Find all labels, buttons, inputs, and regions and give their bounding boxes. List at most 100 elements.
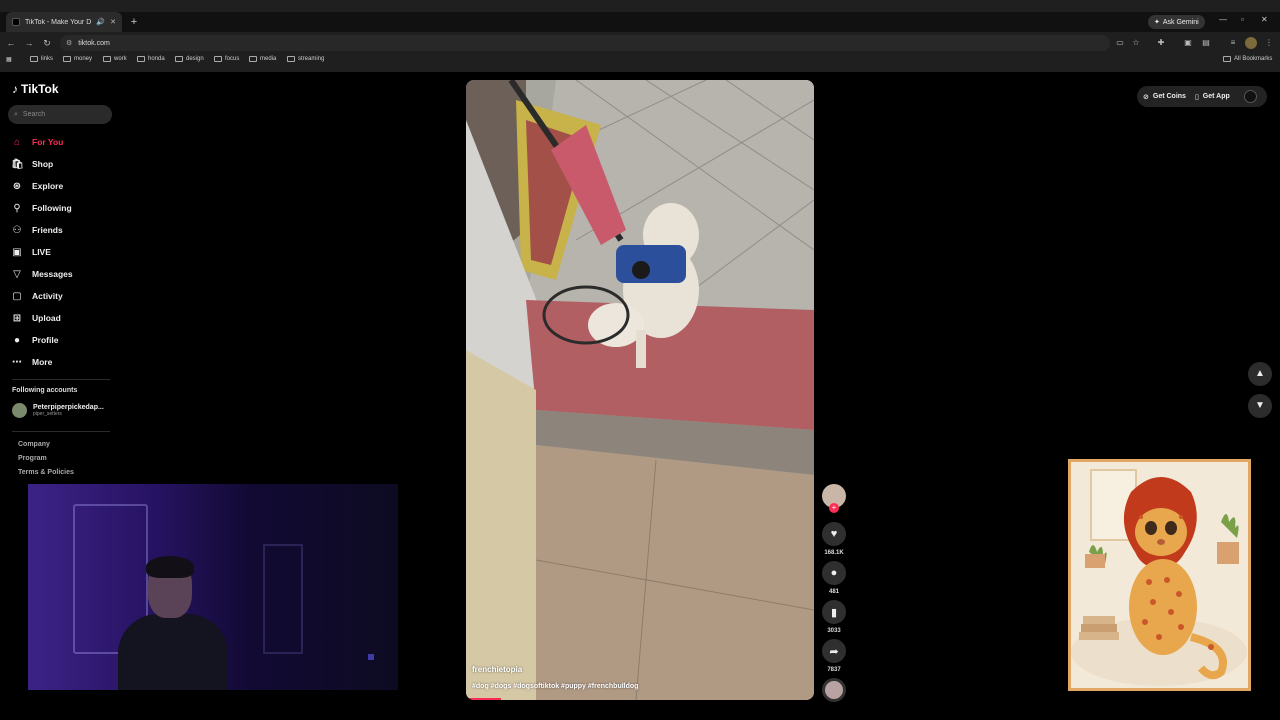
user-avatar[interactable] xyxy=(1243,90,1257,103)
bookmark-label: streaming xyxy=(298,56,325,62)
search-placeholder: Search xyxy=(22,111,46,118)
folder-icon xyxy=(249,56,257,62)
nav-profile[interactable]: ● Profile xyxy=(11,332,111,348)
bookmark-folder[interactable]: design xyxy=(175,56,204,62)
nav-label: Explore xyxy=(32,181,64,191)
save-button[interactable]: ▮ xyxy=(822,600,846,624)
site-info-icon[interactable]: ⚙ xyxy=(66,39,72,47)
bookmark-label: design xyxy=(186,56,204,62)
bookmark-label: money xyxy=(74,56,93,62)
webcam-doorframe xyxy=(263,544,303,654)
footer-terms[interactable]: Terms & Policies xyxy=(18,469,74,476)
get-app-button[interactable]: Get App xyxy=(1203,93,1230,100)
nav-live[interactable]: ▣ LIVE xyxy=(11,244,111,260)
nav-following[interactable]: ⚲ Following xyxy=(11,200,111,216)
bookmark-label: links xyxy=(41,56,54,62)
nav-for-you[interactable]: ⌂ For You xyxy=(11,134,111,150)
following-account[interactable]: Peterpiperpickedap... piper_setters xyxy=(12,403,104,418)
bookmark-folder[interactable]: money xyxy=(63,56,92,62)
bookmark-label: focus xyxy=(225,56,240,62)
menu-lines-icon[interactable]: ≡ xyxy=(1227,37,1239,49)
next-video-button[interactable]: ▼ xyxy=(1248,394,1272,418)
tiktok-logo[interactable]: ♪ TikTok xyxy=(12,82,59,96)
upload-icon: ⊞ xyxy=(12,312,22,324)
tab-strip: TikTok - Make Your Day 🔊 ✕ + ✦ Ask Gemini… xyxy=(0,12,1280,32)
video-frame xyxy=(466,80,814,700)
bookmark-folder[interactable]: honda xyxy=(137,56,165,62)
nav-more[interactable]: ⋯ More xyxy=(11,354,111,370)
nav-explore[interactable]: ⊛ Explore xyxy=(11,178,111,194)
ask-gemini-label: Ask Gemini xyxy=(1162,18,1199,26)
nav-label: LIVE xyxy=(32,247,51,257)
footer-company[interactable]: Company xyxy=(18,441,50,448)
account-handle: piper_setters xyxy=(33,411,62,417)
share-count: 7837 xyxy=(827,667,841,673)
reload-icon[interactable]: ↻ xyxy=(40,34,54,52)
bookmark-folder[interactable]: streaming xyxy=(287,56,324,62)
bookmark-folder[interactable]: media xyxy=(249,56,276,62)
nav-label: More xyxy=(32,357,53,367)
search-input[interactable]: ⌕ Search xyxy=(8,105,112,124)
ask-gemini-button[interactable]: ✦ Ask Gemini xyxy=(1148,15,1205,29)
minimize-icon[interactable]: — xyxy=(1219,15,1227,24)
bookmark-folder[interactable]: work xyxy=(103,56,127,62)
star-icon[interactable]: ☆ xyxy=(1130,37,1142,49)
nav-activity[interactable]: ▢ Activity xyxy=(11,288,111,304)
divider xyxy=(12,379,110,380)
forward-icon[interactable]: → xyxy=(22,34,36,52)
more-icon: ⋯ xyxy=(12,356,22,368)
profile-avatar-icon[interactable] xyxy=(1245,37,1257,49)
maximize-icon[interactable]: ▫ xyxy=(1241,15,1244,24)
video-player[interactable]: frenchietopia #dog #dogs #dogsoftiktok #… xyxy=(466,80,814,700)
nav-label: For You xyxy=(32,137,64,147)
all-bookmarks[interactable]: All Bookmarks xyxy=(1223,56,1272,62)
like-count: 168.1K xyxy=(824,550,844,556)
video-progress-bar[interactable] xyxy=(466,698,501,700)
sidepanel-icon[interactable]: ▣ xyxy=(1182,37,1194,49)
tiktok-favicon-icon xyxy=(12,18,20,26)
kebab-menu-icon[interactable]: ⋮ xyxy=(1263,37,1275,49)
new-tab-button[interactable]: + xyxy=(127,14,141,30)
back-icon[interactable]: ← xyxy=(4,34,18,52)
nav-upload[interactable]: ⊞ Upload xyxy=(11,310,111,326)
nav-label: Profile xyxy=(32,335,59,345)
divider xyxy=(12,431,110,432)
bookmark-label: work xyxy=(114,56,127,62)
comment-count: 481 xyxy=(828,589,839,595)
previous-video-button[interactable]: ▲ xyxy=(1248,362,1272,386)
nav-shop[interactable]: 🛍 Shop xyxy=(11,156,111,172)
footer-program[interactable]: Program xyxy=(18,455,47,462)
screen-icon[interactable]: ▤ xyxy=(1200,37,1212,49)
bookmark-icon: ▮ xyxy=(830,606,838,619)
browser-chrome: TikTok - Make Your Day 🔊 ✕ + ✦ Ask Gemini… xyxy=(0,0,1280,72)
music-disc-icon[interactable] xyxy=(822,678,846,702)
like-button[interactable]: ♥ xyxy=(822,522,846,546)
webcam-overlay xyxy=(28,484,398,690)
get-coins-button[interactable]: Get Coins xyxy=(1153,93,1186,100)
extensions-icon[interactable]: ✚ xyxy=(1155,37,1167,49)
bookmark-label: media xyxy=(260,56,277,62)
nav-messages[interactable]: ▽ Messages xyxy=(11,266,111,282)
nav-friends[interactable]: ⚇ Friends xyxy=(11,222,111,238)
video-hashtags[interactable]: #dog #dogs #dogsoftiktok #puppy #frenchb… xyxy=(472,683,638,690)
friends-icon: ⚇ xyxy=(12,224,22,236)
bookmark-folder[interactable]: links xyxy=(30,56,53,62)
close-tab-icon[interactable]: ✕ xyxy=(110,18,116,26)
tab-title: TikTok - Make Your Day xyxy=(25,18,92,26)
speaker-icon[interactable]: 🔊 xyxy=(96,18,105,26)
chevron-up-icon: ▲ xyxy=(1255,368,1265,379)
close-window-icon[interactable]: ✕ xyxy=(1261,15,1268,24)
sidebar: ♪ TikTok ⌕ Search ⌂ For You 🛍 Shop ⊛ Explor… xyxy=(0,72,120,492)
url-text: tiktok.com xyxy=(78,39,110,47)
apps-grid-icon[interactable]: ▦ xyxy=(6,56,12,63)
cast-icon[interactable]: ▭ xyxy=(1114,37,1126,49)
url-input[interactable]: ⚙ tiktok.com xyxy=(60,35,1110,51)
video-username[interactable]: frenchietopia xyxy=(472,665,522,674)
logo-text: TikTok xyxy=(21,82,59,96)
comment-button[interactable]: ● xyxy=(822,561,846,585)
folder-icon xyxy=(214,56,222,62)
browser-tab[interactable]: TikTok - Make Your Day 🔊 ✕ xyxy=(6,12,122,32)
share-button[interactable]: ➦ xyxy=(822,639,846,663)
bookmark-folder[interactable]: focus xyxy=(214,56,239,62)
follow-plus-icon[interactable]: + xyxy=(829,503,839,513)
